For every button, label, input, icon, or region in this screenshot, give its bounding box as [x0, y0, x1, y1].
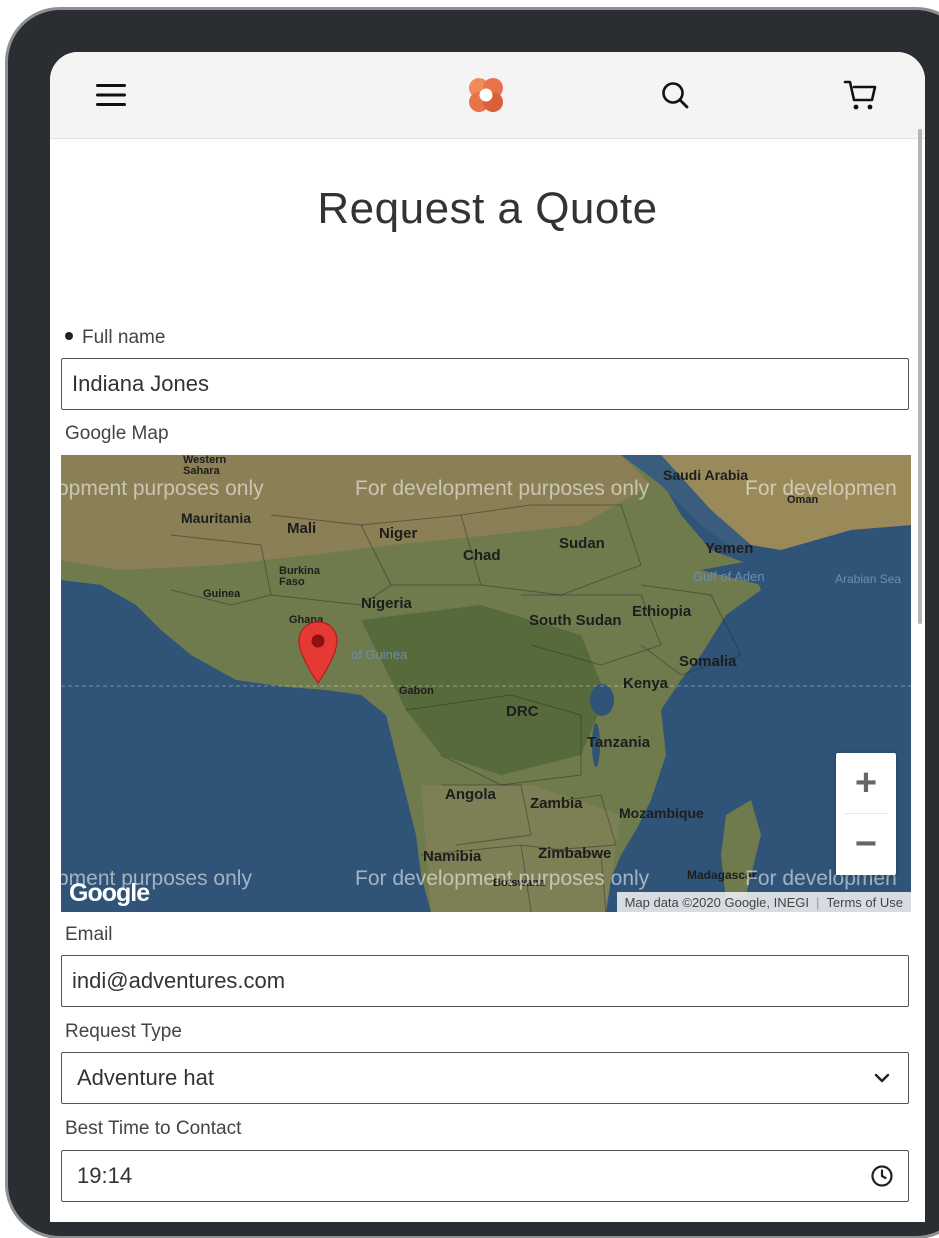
request-type-label: Request Type — [65, 1021, 182, 1042]
map-label-chad: Chad — [463, 547, 501, 564]
device-frame: Request a Quote Full name Indiana Jones … — [8, 10, 939, 1236]
map-label-south-sudan: South Sudan — [529, 612, 622, 629]
map-label-western-sahara: Western Sahara — [183, 455, 226, 477]
map-watermark: For development purposes only — [355, 477, 650, 500]
map-label-kenya: Kenya — [623, 675, 669, 692]
full-name-value: Indiana Jones — [72, 371, 209, 396]
request-type-select[interactable]: Adventure hat — [61, 1052, 909, 1104]
google-map-label: Google Map — [65, 423, 169, 444]
shopping-cart-icon[interactable] — [838, 72, 884, 118]
full-name-label-text: Full name — [82, 327, 166, 348]
email-input[interactable]: indi@adventures.com — [61, 955, 909, 1007]
best-time-label: Best Time to Contact — [65, 1118, 242, 1139]
map-label-mozambique: Mozambique — [619, 805, 704, 821]
map-label-ethiopia: Ethiopia — [632, 603, 692, 620]
clock-icon[interactable] — [870, 1164, 894, 1188]
full-name-input[interactable]: Indiana Jones — [61, 358, 909, 410]
chevron-down-icon — [874, 1073, 890, 1083]
map-label-guinea: Guinea — [203, 588, 241, 600]
map-zoom-out-button[interactable]: − — [836, 814, 896, 874]
request-type-value: Adventure hat — [77, 1065, 214, 1090]
map-label-burkina-2: Faso — [279, 576, 305, 588]
map-label-gulf-of-aden: Gulf of Aden — [693, 569, 765, 584]
map-label-niger: Niger — [379, 525, 418, 542]
search-icon[interactable] — [652, 72, 698, 118]
map-label-somalia: Somalia — [679, 653, 737, 670]
map-label-sudan: Sudan — [559, 535, 605, 552]
map-label-drc: DRC — [506, 703, 539, 720]
map-zoom-controls: + − — [836, 753, 896, 875]
map-label-gabon: Gabon — [399, 685, 434, 697]
map-marker-icon[interactable] — [298, 620, 338, 690]
map-label-angola: Angola — [445, 786, 496, 803]
best-time-value: 19:14 — [77, 1163, 133, 1188]
map-label-nigeria: Nigeria — [361, 595, 412, 612]
map-label-tanzania: Tanzania — [587, 734, 651, 751]
map-watermark: For developmen — [745, 477, 897, 500]
email-label: Email — [65, 924, 113, 945]
terms-of-use-link[interactable]: Terms of Use — [826, 895, 903, 910]
map-label-zimbabwe: Zimbabwe — [538, 845, 612, 862]
map-watermark: opment purposes only — [61, 477, 264, 500]
email-value: indi@adventures.com — [72, 968, 286, 993]
google-map[interactable]: Western Sahara Mauritania Mali Niger Cha… — [61, 455, 911, 912]
map-label-zambia: Zambia — [530, 795, 583, 812]
map-label-yemen: Yemen — [705, 540, 754, 557]
map-label-mauritania: Mauritania — [181, 510, 252, 526]
top-navigation-bar — [50, 52, 925, 139]
map-data-text: Map data ©2020 Google, INEGI — [624, 894, 810, 910]
map-label-arabian-sea: Arabian Sea — [835, 572, 902, 586]
map-label-namibia: Namibia — [423, 848, 482, 865]
attribution-divider: | — [816, 894, 820, 910]
map-label-burkina-faso: Burkina Faso — [279, 566, 320, 588]
page-title: Request a Quote — [317, 184, 658, 233]
screen: Request a Quote Full name Indiana Jones … — [50, 52, 925, 1222]
brand-logo-icon[interactable] — [463, 72, 509, 118]
required-bullet-icon — [65, 331, 73, 340]
map-zoom-in-button[interactable]: + — [836, 753, 896, 813]
map-attribution: Map data ©2020 Google, INEGI | Terms of … — [616, 892, 911, 912]
map-watermark: For development purposes only — [355, 867, 650, 890]
best-time-input[interactable]: 19:14 — [61, 1150, 909, 1202]
map-label-saudi-arabia: Saudi Arabia — [663, 467, 749, 483]
map-label-gulf-of-guinea: of Guinea — [351, 647, 408, 662]
hamburger-menu-icon[interactable] — [88, 72, 134, 118]
map-label-mali: Mali — [287, 520, 317, 537]
google-logo[interactable]: Google — [69, 879, 150, 908]
page-scrollbar[interactable] — [918, 129, 922, 624]
map-label-western-sahara-2: Sahara — [183, 465, 220, 477]
full-name-label: Full name — [65, 327, 165, 349]
